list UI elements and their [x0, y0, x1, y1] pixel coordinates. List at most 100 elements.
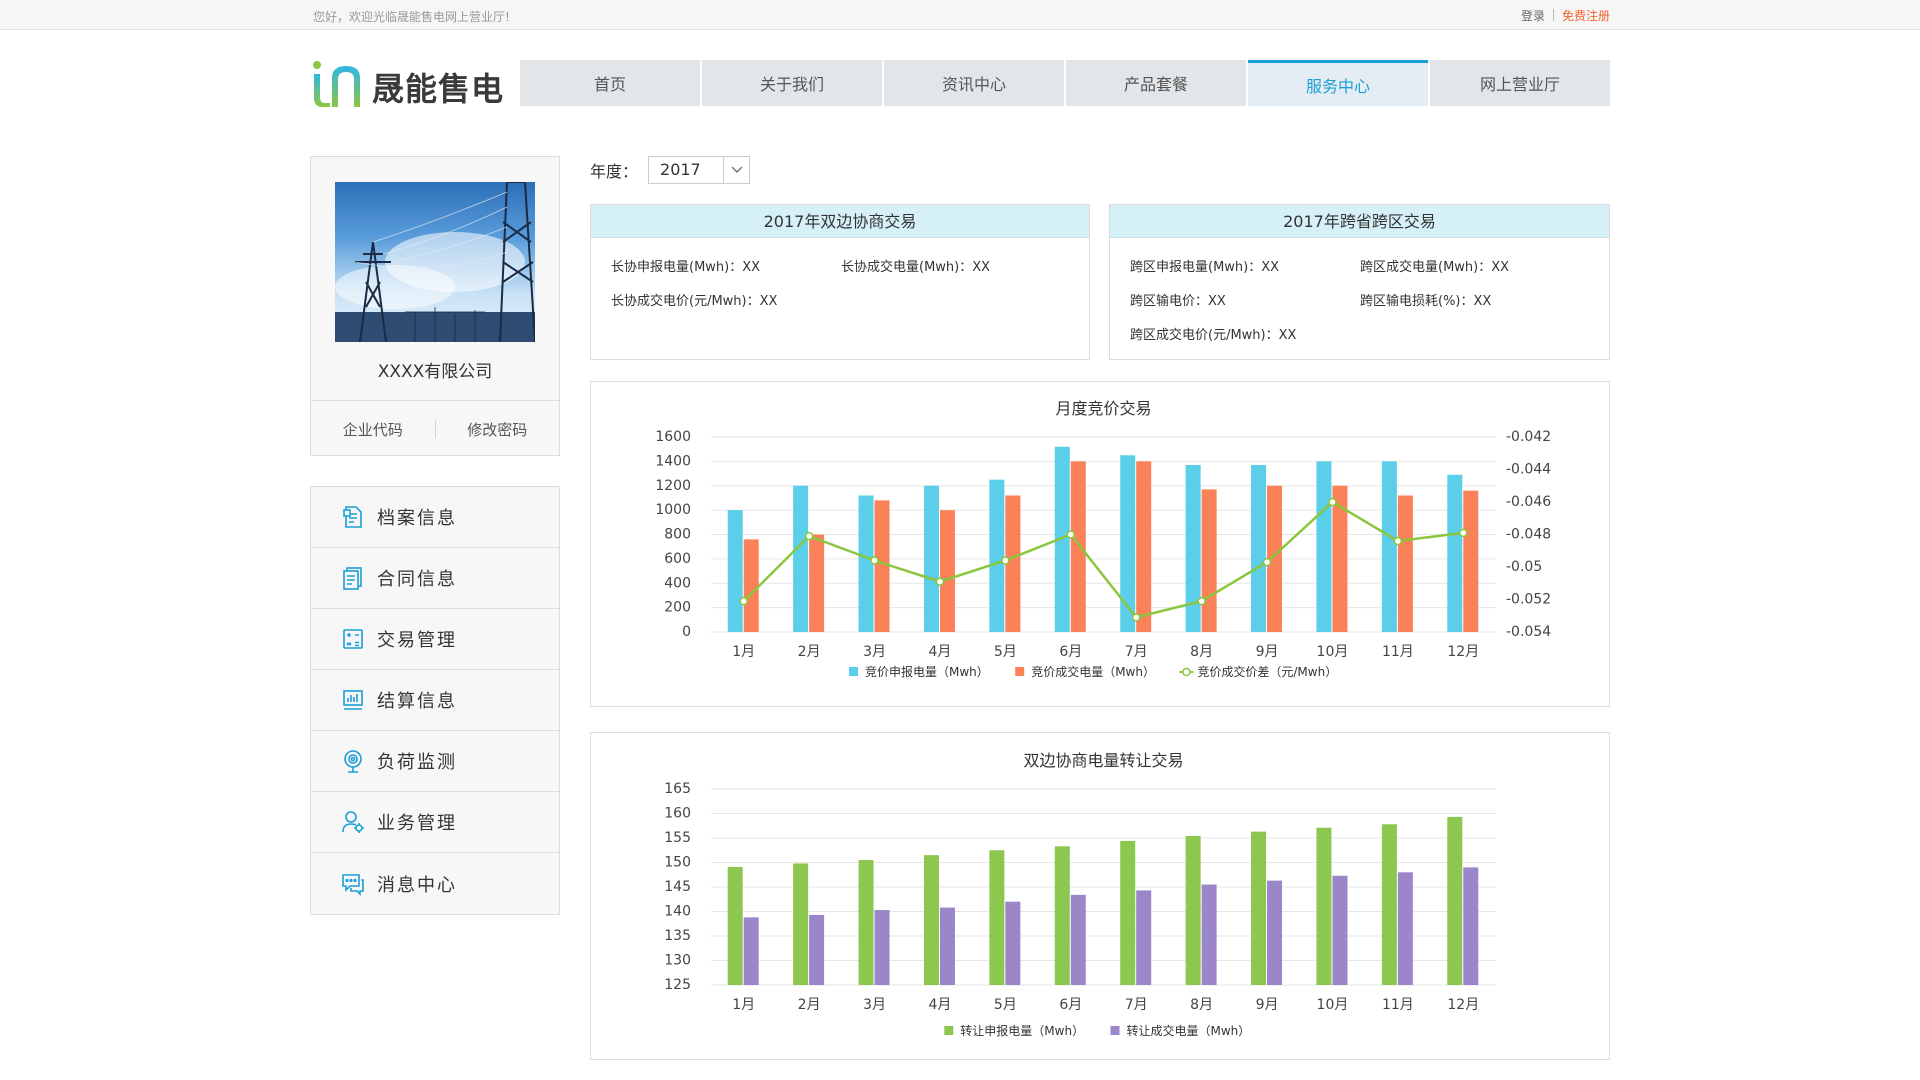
bar [1136, 461, 1152, 632]
line-point [1131, 613, 1141, 622]
y-tick-label: 1400 [655, 453, 691, 469]
y-tick-label: 135 [664, 928, 691, 944]
bar [793, 863, 809, 985]
bar [1267, 880, 1283, 985]
line-point [870, 556, 879, 565]
menu-item-trade[interactable]: 交易管理 [311, 609, 559, 670]
y-tick-label: 600 [664, 551, 691, 567]
x-tick-label: 12月 [1447, 644, 1479, 660]
company-name: XXXX有限公司 [377, 362, 493, 382]
bar [1463, 490, 1479, 632]
menu-label: 业务管理 [377, 813, 457, 834]
side-menu: 档案信息 合同信息 交易管理 结算信息 负荷监测 业务管理 消息中心 [310, 486, 560, 915]
line-point [1262, 557, 1272, 567]
bar [874, 910, 890, 985]
y-tick-label: 140 [664, 904, 691, 920]
monthly-bidding-chart-box: 月度竞价交易 0 200 400 600 800 1000 1200 1400 1600 -0.05… [590, 381, 1610, 707]
y2-tick-label: -0.05 [1506, 559, 1542, 575]
x-tick-label: 4月 [928, 997, 951, 1013]
y-tick-label: 200 [664, 600, 691, 616]
bar [743, 917, 759, 985]
menu-item-load-monitor[interactable]: 负荷监测 [311, 731, 559, 792]
y2-tick-label: -0.048 [1506, 527, 1551, 543]
y-tick-label: 165 [664, 781, 691, 797]
legend-label: 转让成交电量（Mwh） [1127, 1023, 1251, 1038]
legend-label: 竞价成交价差（元/Mwh） [1197, 664, 1337, 679]
y-tick-label: 1200 [655, 478, 691, 494]
y-tick-label: 0 [682, 624, 691, 640]
legend-label: 转让申报电量（Mwh） [960, 1023, 1084, 1038]
bar [1120, 840, 1136, 985]
x-tick-label: 5月 [994, 644, 1017, 660]
bar [1054, 846, 1070, 985]
login-link[interactable]: 登录 [1521, 9, 1545, 23]
chevron-down-icon[interactable] [723, 157, 749, 183]
cross-traded-price: 跨区成交电价(元/Mwh)：XX [1130, 328, 1297, 343]
menu-item-contract[interactable]: 合同信息 [311, 548, 559, 609]
x-tick-label: 10月 [1317, 644, 1349, 660]
year-label: 年度： [590, 162, 639, 181]
nav-service[interactable]: 服务中心 [1248, 60, 1428, 106]
x-tick-label: 6月 [1059, 997, 1082, 1013]
cross-transmission-loss: 跨区输电损耗(%)：XX [1360, 294, 1492, 309]
user-gear-icon [342, 811, 364, 833]
x-tick-label: 9月 [1256, 644, 1279, 660]
menu-item-settlement[interactable]: 结算信息 [311, 670, 559, 731]
y-tick-label: 145 [664, 879, 691, 895]
y2-tick-label: -0.052 [1506, 592, 1551, 608]
menu-label: 消息中心 [377, 874, 457, 896]
bar [1070, 461, 1086, 632]
x-tick-label: 2月 [798, 644, 821, 660]
nav-news[interactable]: 资讯中心 [884, 60, 1064, 106]
menu-item-archive[interactable]: 档案信息 [311, 487, 559, 548]
panel-title: 2017年跨省跨区交易 [1110, 205, 1609, 238]
y2-tick-label: -0.046 [1506, 494, 1551, 510]
nav-products[interactable]: 产品套餐 [1066, 60, 1246, 106]
bar [1463, 867, 1479, 985]
y-tick-label: 1600 [655, 429, 691, 445]
menu-item-messages[interactable]: 消息中心 [311, 853, 559, 914]
x-tick-label: 8月 [1190, 644, 1213, 660]
panel-title: 2017年双边协商交易 [591, 205, 1089, 238]
brand-logo-icon[interactable] [310, 60, 370, 108]
line-point [1066, 530, 1076, 539]
menu-label: 合同信息 [377, 569, 457, 590]
y-tick-label: 125 [664, 977, 691, 993]
enterprise-code-link[interactable]: 企业代码 [311, 419, 435, 440]
y-tick-label: 800 [664, 527, 691, 543]
line-point [804, 531, 814, 541]
account-links: 登录 免费注册 [1521, 7, 1610, 24]
year-select[interactable]: 2017 [648, 156, 751, 184]
declared-volume: 长协申报电量(Mwh)：XX [611, 260, 761, 275]
y-tick-label: 130 [664, 953, 691, 969]
line-point [1328, 497, 1337, 507]
chat-icon [342, 873, 364, 896]
bar-chart-icon [343, 690, 363, 710]
legend-swatch [1015, 667, 1025, 676]
bar [1070, 894, 1086, 985]
bar [1136, 890, 1152, 985]
bar [1397, 495, 1413, 632]
menu-label: 负荷监测 [377, 752, 457, 773]
nav-about[interactable]: 关于我们 [702, 60, 882, 106]
brand-name[interactable]: 晟能售电 [372, 64, 504, 110]
bar [858, 495, 874, 632]
nav-home[interactable]: 首页 [520, 60, 700, 106]
legend-swatch [849, 667, 858, 676]
bar [1251, 465, 1267, 632]
menu-label: 交易管理 [377, 630, 457, 651]
bar [989, 850, 1005, 985]
nav-online-hall[interactable]: 网上营业厅 [1430, 60, 1610, 106]
x-tick-label: 9月 [1256, 997, 1279, 1013]
cross-traded-volume: 跨区成交电量(Mwh)：XX [1360, 260, 1510, 275]
x-tick-label: 6月 [1059, 644, 1082, 660]
change-password-link[interactable]: 修改密码 [436, 419, 560, 440]
x-tick-label: 3月 [863, 997, 886, 1013]
main-nav: 首页 关于我们 资讯中心 产品套餐 服务中心 网上营业厅 [520, 60, 1610, 106]
power-tower-image [335, 182, 535, 342]
register-link[interactable]: 免费注册 [1562, 9, 1610, 23]
profile-card: XXXX有限公司 企业代码 修改密码 [310, 156, 560, 456]
legend-swatch [1110, 1026, 1120, 1035]
traded-price: 长协成交电价(元/Mwh)：XX [611, 294, 778, 309]
menu-item-business[interactable]: 业务管理 [311, 792, 559, 853]
